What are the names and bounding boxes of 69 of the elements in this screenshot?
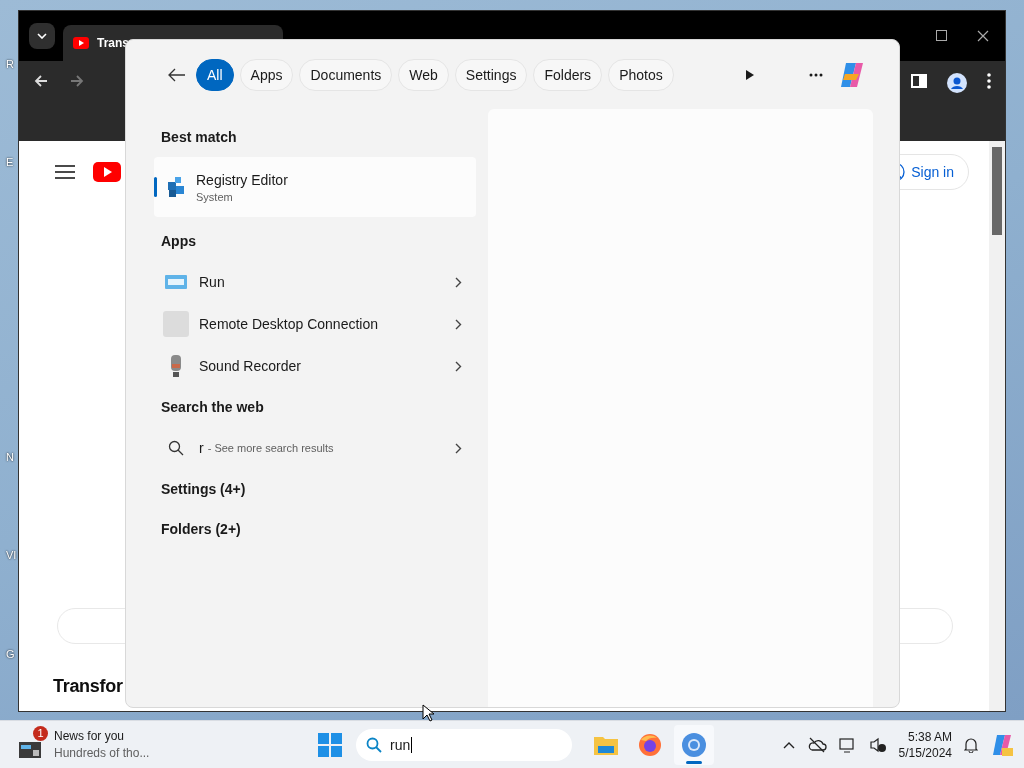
maximize-icon[interactable] (936, 30, 947, 41)
video-title: Transfor (53, 676, 123, 697)
search-icon (366, 736, 382, 753)
assistant-logo-icon[interactable] (990, 732, 1014, 757)
menu-icon[interactable] (55, 165, 75, 179)
filter-tab[interactable]: Web (398, 58, 449, 91)
chevron-up-icon[interactable] (782, 740, 795, 749)
desktop-icon-label: E (6, 156, 14, 168)
desktop-icon-label: VI (6, 549, 17, 561)
run-dialog-icon (164, 273, 188, 291)
active-indicator (686, 760, 702, 764)
scrollbar-thumb[interactable] (992, 147, 1002, 235)
query-text: r (199, 440, 204, 456)
app-name: Sound Recorder (199, 358, 301, 374)
filter-tab[interactable]: Apps (239, 58, 294, 91)
filter-tab[interactable]: Photos (608, 58, 674, 91)
microphone-icon (169, 354, 183, 378)
app-result[interactable]: Remote Desktop Connection (154, 303, 476, 345)
news-title: News for you (54, 729, 126, 743)
filter-tab[interactable]: Folders (533, 58, 603, 91)
back-icon[interactable] (33, 73, 49, 89)
menu-icon[interactable] (987, 73, 991, 89)
close-icon[interactable] (977, 30, 989, 42)
desktop-icon-label: G (6, 648, 15, 660)
news-widget[interactable]: 1 News for you Hundreds of tho... (18, 722, 158, 767)
video-logo-icon (93, 162, 121, 182)
cubes-icon (166, 176, 186, 198)
chevron-right-icon (455, 360, 462, 372)
speaker-muted-icon[interactable] (868, 736, 887, 753)
web-result[interactable]: r - See more search results (154, 427, 476, 469)
search-field[interactable]: run (356, 728, 572, 761)
start-icon[interactable] (318, 732, 342, 757)
bell-icon[interactable] (964, 736, 978, 753)
filter-tab[interactable]: Settings (454, 58, 528, 91)
chevron-right-icon (455, 276, 462, 288)
tab-list-button[interactable] (29, 23, 55, 49)
video-logo-icon (73, 37, 89, 49)
best-match-result[interactable]: Registry Editor System (154, 157, 476, 217)
section-heading: Search the web (160, 398, 265, 417)
filter-tab[interactable]: Documents (299, 58, 393, 91)
section-heading: Apps (160, 232, 197, 251)
news-subtitle: Hundreds of tho... (54, 746, 150, 760)
firefox-icon (638, 732, 662, 757)
result-subtitle: System (196, 190, 234, 203)
app-result[interactable]: Sound Recorder (154, 345, 476, 387)
monitor-icon[interactable] (838, 736, 857, 753)
search-icon (168, 440, 184, 456)
browser-icon (681, 731, 707, 758)
section-heading[interactable]: Folders (2+) (154, 509, 476, 549)
clock[interactable]: 5:38 AM 5/15/2024 (898, 729, 952, 760)
filter-tab[interactable]: All (196, 58, 234, 91)
section-heading[interactable]: Settings (4+) (154, 469, 476, 509)
desktop-icon-label: R (6, 58, 14, 70)
taskbar-app[interactable] (674, 724, 714, 765)
app-result[interactable]: Run (154, 261, 476, 303)
cloud-off-icon[interactable] (806, 736, 827, 753)
chevron-down-icon (37, 33, 47, 39)
profile-icon[interactable] (947, 73, 967, 93)
result-title: Registry Editor (196, 171, 288, 188)
app-name: Remote Desktop Connection (199, 316, 378, 332)
chevron-right-icon (455, 442, 462, 454)
notification-badge: 1 (33, 725, 48, 741)
chevron-right-icon (455, 318, 462, 330)
web-hint: - See more search results (207, 442, 334, 454)
app-name: Run (199, 274, 225, 290)
section-heading: Best match (160, 128, 238, 147)
desktop-icon-label: N (6, 451, 14, 463)
forward-icon[interactable] (69, 73, 85, 89)
sidebar-icon[interactable] (911, 73, 927, 89)
